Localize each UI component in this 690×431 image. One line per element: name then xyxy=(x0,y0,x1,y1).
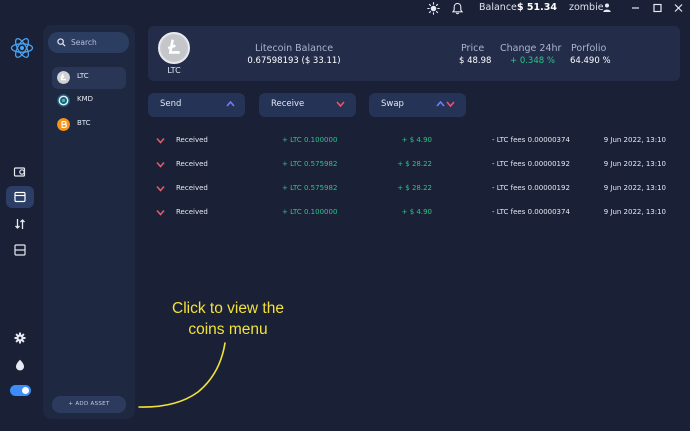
arrow-down-icon xyxy=(446,101,455,108)
change-value: + 0.348 % xyxy=(510,56,555,66)
tx-fee: - LTC fees 0.00000374 xyxy=(492,136,570,144)
annotation-pointer xyxy=(138,342,226,408)
toggle-knob xyxy=(22,387,29,394)
tx-fee: - LTC fees 0.00000374 xyxy=(492,208,570,216)
tx-usd: + $ 4.90 xyxy=(401,208,432,216)
swap-label: Swap xyxy=(381,99,404,109)
coin-item-btc[interactable]: BTC xyxy=(52,114,126,136)
tx-type: Received xyxy=(176,208,208,216)
username[interactable]: zombie xyxy=(569,2,604,13)
transaction-row[interactable]: Received + LTC 0.575982 + $ 28.22 - LTC … xyxy=(148,153,680,177)
send-button[interactable]: Send xyxy=(148,93,245,117)
receive-icon[interactable] xyxy=(13,243,27,257)
received-arrow-icon xyxy=(156,161,165,168)
coin-balance-label: Litecoin Balance xyxy=(254,43,334,54)
search-input[interactable] xyxy=(71,35,125,50)
wallet-icon[interactable] xyxy=(13,165,27,179)
coin-header-card: LTC Litecoin Balance 0.67598193 ($ 33.11… xyxy=(148,26,680,81)
balance-value: $ 51.34 xyxy=(517,2,557,13)
exchange-icon[interactable] xyxy=(13,217,27,231)
arrow-up-icon xyxy=(436,100,445,107)
received-arrow-icon xyxy=(156,209,165,216)
tx-usd: + $ 4.90 xyxy=(401,136,432,144)
theme-icon[interactable] xyxy=(13,358,27,372)
tx-fee: - LTC fees 0.00000192 xyxy=(492,184,570,192)
search-icon xyxy=(57,38,66,47)
received-arrow-icon xyxy=(156,185,165,192)
portfolio-value: 64.490 % xyxy=(570,56,611,66)
price-value: $ 48.98 xyxy=(459,56,492,66)
coin-symbol: KMD xyxy=(77,95,94,103)
close-icon[interactable] xyxy=(672,2,685,14)
add-asset-button[interactable]: + ADD ASSET xyxy=(52,396,126,413)
transaction-row[interactable]: Received + LTC 0.575982 + $ 28.22 - LTC … xyxy=(148,177,680,201)
atom-logo-icon[interactable] xyxy=(10,36,34,60)
settings-icon[interactable] xyxy=(13,331,27,345)
tx-amount: + LTC 0.100000 xyxy=(282,136,338,144)
mode-toggle[interactable] xyxy=(10,385,31,396)
litecoin-logo-icon xyxy=(158,32,190,64)
received-arrow-icon xyxy=(156,137,165,144)
minimize-icon[interactable] xyxy=(629,2,642,14)
arrow-down-icon xyxy=(336,101,345,108)
transaction-row[interactable]: Received + LTC 0.100000 + $ 4.90 - LTC f… xyxy=(148,129,680,153)
change-label: Change 24hr xyxy=(500,43,562,54)
tx-amount: + LTC 0.575982 xyxy=(282,184,338,192)
user-icon[interactable] xyxy=(603,3,611,12)
price-label: Price xyxy=(461,43,485,54)
tx-type: Received xyxy=(176,184,208,192)
tx-date: 9 Jun 2022, 13:10 xyxy=(603,136,666,144)
maximize-icon[interactable] xyxy=(651,2,664,14)
title-bar: Balance $ 51.34 zombie xyxy=(0,0,690,18)
search-box[interactable] xyxy=(48,32,129,53)
annotation-callout: Click to view the coins menu xyxy=(158,298,298,340)
coin-item-ltc[interactable]: LTC xyxy=(52,67,126,89)
coin-item-kmd[interactable]: KMD xyxy=(52,90,126,112)
litecoin-icon xyxy=(57,71,70,84)
receive-label: Receive xyxy=(271,99,305,109)
annotation-line-2: coins menu xyxy=(188,321,268,338)
bell-icon[interactable] xyxy=(452,2,463,15)
sun-icon[interactable] xyxy=(427,2,440,15)
tx-usd: + $ 28.22 xyxy=(397,184,432,192)
tx-date: 9 Jun 2022, 13:10 xyxy=(603,208,666,216)
coin-symbol: LTC xyxy=(77,72,89,80)
coin-balance-value: 0.67598193 ($ 33.11) xyxy=(247,56,341,66)
transaction-row[interactable]: Received + LTC 0.100000 + $ 4.90 - LTC f… xyxy=(148,201,680,225)
arrow-up-icon xyxy=(226,100,235,107)
coin-symbol-label: LTC xyxy=(167,66,181,75)
portfolio-icon[interactable] xyxy=(13,190,27,204)
coin-symbol: BTC xyxy=(77,119,91,127)
tx-fee: - LTC fees 0.00000192 xyxy=(492,160,570,168)
tx-date: 9 Jun 2022, 13:10 xyxy=(603,184,666,192)
receive-button[interactable]: Receive xyxy=(259,93,356,117)
balance-label: Balance xyxy=(479,2,517,13)
tx-type: Received xyxy=(176,160,208,168)
annotation-line-1: Click to view the xyxy=(172,300,284,317)
tx-amount: + LTC 0.100000 xyxy=(282,208,338,216)
bitcoin-icon xyxy=(57,118,70,131)
tx-usd: + $ 28.22 xyxy=(397,160,432,168)
komodo-icon xyxy=(57,94,70,107)
transaction-list: Received + LTC 0.100000 + $ 4.90 - LTC f… xyxy=(148,128,680,228)
tx-date: 9 Jun 2022, 13:10 xyxy=(603,160,666,168)
portfolio-label: Porfolio xyxy=(571,43,607,54)
send-label: Send xyxy=(160,99,182,109)
swap-button[interactable]: Swap xyxy=(369,93,466,117)
coins-panel: LTC KMD BTC + ADD ASSET xyxy=(43,25,135,419)
tx-type: Received xyxy=(176,136,208,144)
tx-amount: + LTC 0.575982 xyxy=(282,160,338,168)
